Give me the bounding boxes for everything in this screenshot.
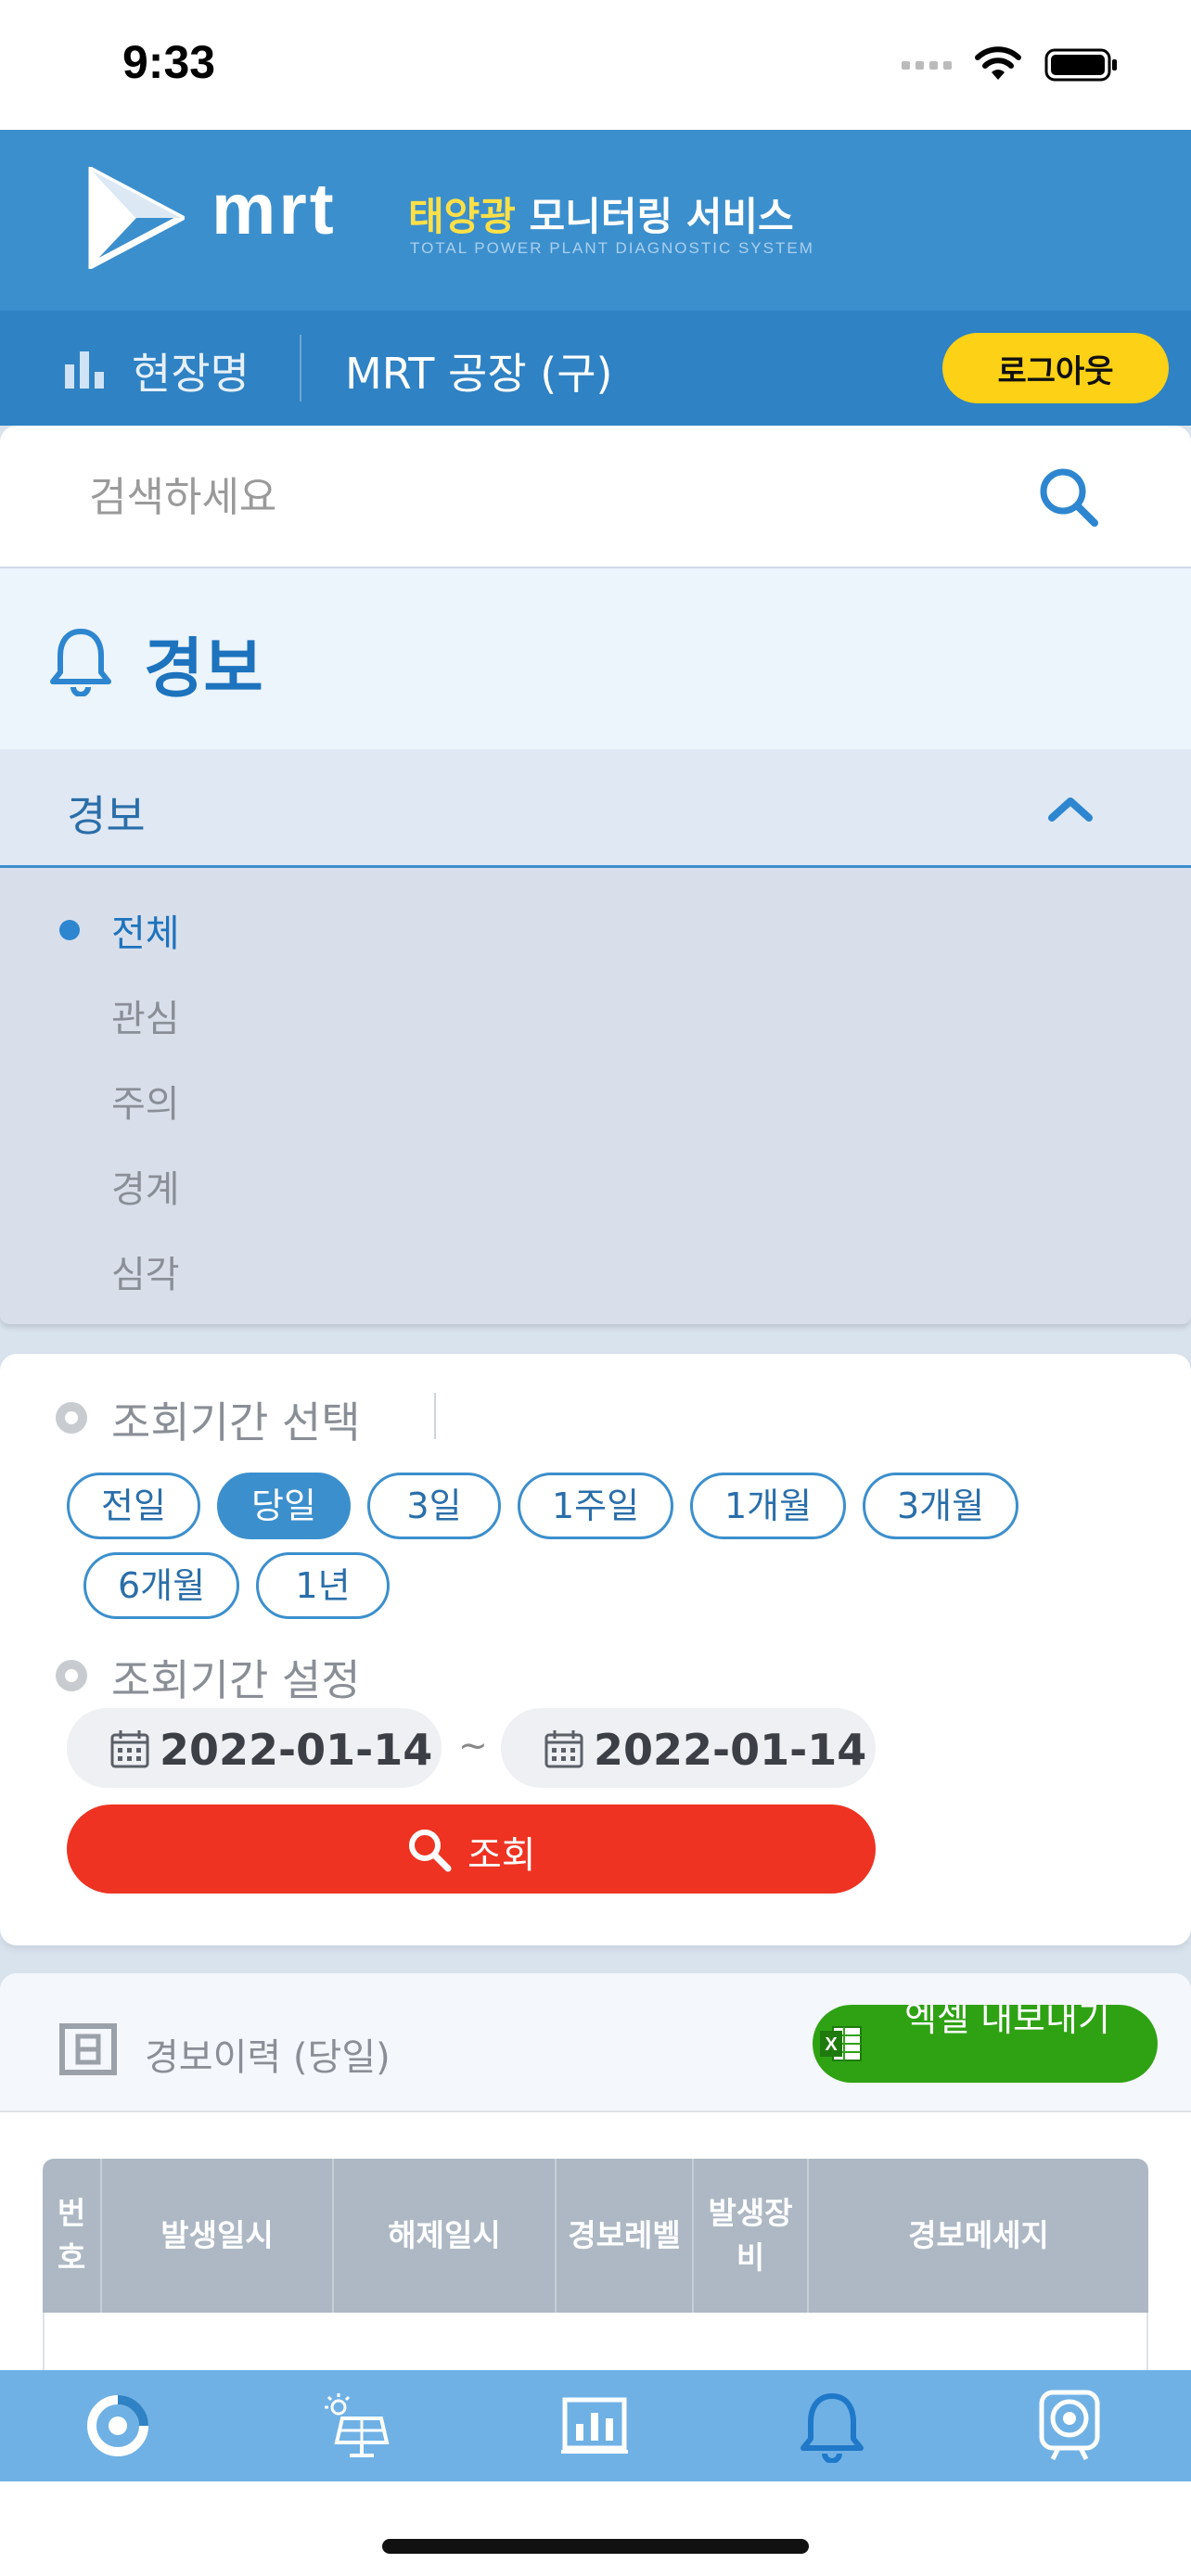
status-bar: 9:33 [0,0,1191,130]
column-header-number: 번호 [43,2159,102,2313]
chip-today[interactable]: 당일 [217,1473,351,1539]
list-board-icon [59,2023,117,2075]
battery-icon [1044,48,1117,82]
alarm-history-title: 경보이력 (당일) [145,2036,391,2079]
status-icons [902,46,1119,83]
chip-3days[interactable]: 3일 [367,1473,501,1539]
chevron-up-icon[interactable] [1046,796,1095,823]
bar-chart-icon [65,351,104,389]
logout-button[interactable]: 로그아웃 [942,333,1169,403]
nav-chart[interactable] [553,2387,636,2465]
search-bar [0,426,1191,568]
column-header-level: 경보레벨 [557,2159,694,2313]
dashboard-icon [87,2395,148,2456]
level-item-caution[interactable]: 주의 [111,1074,180,1128]
page-title: 경보 [144,631,263,707]
alarm-history-table: 번호 발생일시 해제일시 경보레벨 발생장비 경보메세지 [43,2159,1148,2387]
nav-alarm[interactable] [790,2387,874,2465]
end-date-field[interactable]: 2022-01-14 [501,1708,876,1788]
calendar-icon [544,1730,583,1768]
level-filter-header[interactable]: 경보 [0,749,1191,868]
excel-export-button[interactable]: X 엑셀 내보내기 [813,2005,1158,2083]
column-header-device: 발생장비 [694,2159,809,2313]
home-indicator[interactable] [382,2539,809,2554]
svg-text:X: X [825,2034,838,2055]
chip-1year[interactable]: 1년 [256,1552,390,1619]
bottom-nav [0,2370,1191,2481]
service-title: 태양광 모니터링 서비스 [408,185,794,242]
chip-1month[interactable]: 1개월 [690,1473,846,1539]
bell-icon [800,2393,864,2463]
label-divider [434,1393,436,1439]
period-set-radio[interactable] [56,1660,87,1691]
search-icon[interactable] [1037,465,1102,530]
period-select-label: 조회기간 선택 [111,1397,361,1447]
start-date-field[interactable]: 2022-01-14 [67,1708,442,1788]
chart-icon [561,2397,628,2454]
table-header: 번호 발생일시 해제일시 경보레벨 발생장비 경보메세지 [43,2159,1148,2313]
period-set-label: 조회기간 설정 [111,1655,361,1705]
chip-yesterday[interactable]: 전일 [67,1473,200,1539]
cellular-signal-icon [902,60,952,70]
calendar-icon [110,1730,149,1768]
nav-dashboard[interactable] [76,2387,160,2465]
excel-icon: X [820,2026,862,2061]
service-title-accent: 태양광 [408,194,516,239]
status-time: 9:33 [122,36,216,88]
level-item-alert[interactable]: 경계 [111,1159,180,1213]
site-bar: 현장명 MRT 공장 (구) 로그아웃 [0,311,1191,426]
date-range-separator: ~ [458,1725,488,1766]
chip-6months[interactable]: 6개월 [83,1552,239,1619]
bell-icon [50,629,111,696]
end-date-value: 2022-01-14 [594,1725,867,1775]
query-button-label: 조회 [467,1834,536,1877]
logo-text: mrt [211,168,337,249]
nav-solar[interactable] [314,2387,397,2465]
search-input[interactable] [89,466,924,528]
app-header: mrt 태양광 모니터링 서비스 TOTAL POWER PLANT DIAGN… [0,130,1191,311]
period-select-radio[interactable] [56,1402,87,1434]
search-icon [409,1830,452,1872]
excel-export-label: 엑셀 내보내기 [904,2005,1110,2039]
level-item-all[interactable]: 전체 [111,903,180,957]
alarm-history-header: 경보이력 (당일) X 엑셀 내보내기 [0,1973,1191,2112]
column-header-message: 경보메세지 [908,2217,1049,2253]
start-date-value: 2022-01-14 [160,1725,433,1775]
level-list: 전체 관심 주의 경계 심각 [0,868,1191,1324]
page-title-bar: 경보 [0,568,1191,749]
level-item-severe[interactable]: 심각 [111,1244,180,1298]
active-level-dot [59,920,80,940]
nav-camera[interactable] [1028,2387,1111,2465]
column-header-cleared: 해제일시 [334,2159,557,2313]
site-label: 현장명 [132,349,250,399]
wifi-icon [975,46,1021,80]
chip-1week[interactable]: 1주일 [518,1473,673,1539]
service-title-rest: 모니터링 서비스 [515,194,794,239]
site-divider [300,335,301,402]
mrt-logo-icon [88,167,185,269]
site-name[interactable]: MRT 공장 (구) [345,340,613,402]
solar-panel-icon [325,2393,390,2457]
level-item-interest[interactable]: 관심 [111,988,180,1042]
camera-icon [1039,2390,1100,2461]
home-area [0,2481,1191,2576]
level-filter-label: 경보 [67,791,146,841]
query-button[interactable]: 조회 [67,1804,876,1894]
service-subtitle: TOTAL POWER PLANT DIAGNOSTIC SYSTEM [410,239,814,257]
column-header-occurred: 발생일시 [102,2159,334,2313]
chip-3months[interactable]: 3개월 [863,1473,1018,1539]
period-card: 조회기간 선택 전일 당일 3일 1주일 1개월 3개월 6개월 1년 조회기간… [0,1354,1191,1945]
